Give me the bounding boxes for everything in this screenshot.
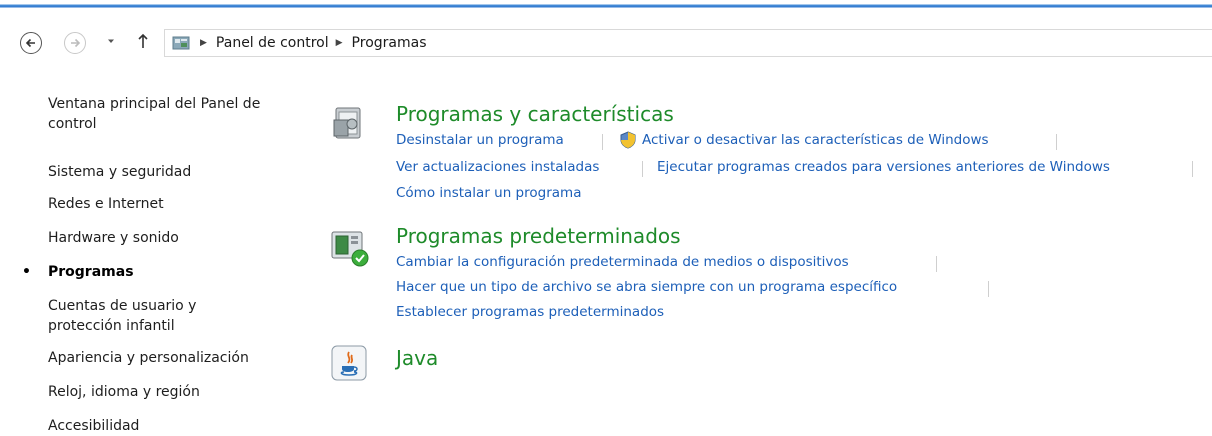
sidebar-item-hardware-sound[interactable]: Hardware y sonido: [48, 228, 179, 248]
chevron-down-icon[interactable]: [106, 35, 116, 49]
link-autoplay-settings[interactable]: Cambiar la configuración predeterminada …: [396, 254, 849, 270]
sidebar-item-clock-language[interactable]: Reloj, idioma y región: [48, 382, 200, 402]
breadcrumb-separator-icon[interactable]: ▶: [336, 38, 343, 48]
link-separator: [936, 256, 937, 272]
default-programs-icon[interactable]: [330, 228, 369, 267]
sidebar-item-user-accounts[interactable]: Cuentas de usuario y protección infantil: [48, 296, 196, 336]
sidebar-item-label: Cuentas de usuario y: [48, 298, 197, 314]
java-icon[interactable]: [330, 344, 368, 382]
forward-arrow-glyph: [71, 38, 81, 48]
shield-icon: [619, 131, 637, 149]
link-set-default-programs[interactable]: Establecer programas predeterminados: [396, 304, 664, 320]
link-separator: [988, 281, 989, 297]
sidebar-item-control-panel-home[interactable]: Ventana principal del Panel de control: [48, 94, 260, 134]
link-uninstall-program[interactable]: Desinstalar un programa: [396, 132, 564, 148]
section-title-programs-features[interactable]: Programas y características: [396, 102, 674, 126]
link-separator: [602, 134, 603, 150]
section-title-java[interactable]: Java: [396, 346, 438, 370]
sidebar-item-programs[interactable]: • Programas: [22, 262, 134, 282]
breadcrumb-separator-icon[interactable]: ▶: [200, 38, 207, 48]
breadcrumb-programs[interactable]: Programas: [352, 35, 427, 51]
breadcrumb-control-panel[interactable]: Panel de control: [216, 35, 329, 51]
sidebar-item-appearance[interactable]: Apariencia y personalización: [48, 348, 249, 368]
window-top-border: [0, 0, 1212, 10]
sidebar-item-label: protección infantil: [48, 318, 175, 334]
link-file-type-association[interactable]: Hacer que un tipo de archivo se abra sie…: [396, 279, 897, 295]
sidebar-item-system-security[interactable]: Sistema y seguridad: [48, 162, 191, 182]
programs-features-icon[interactable]: [330, 104, 368, 142]
section-title-default-programs[interactable]: Programas predeterminados: [396, 224, 681, 248]
link-how-to-install[interactable]: Cómo instalar un programa: [396, 185, 581, 201]
up-arrow-icon[interactable]: [137, 33, 149, 52]
link-separator: [1056, 134, 1057, 150]
sidebar-item-label: control: [48, 116, 97, 132]
navigation-bar: ▶ Panel de control ▶ Programas: [0, 22, 1212, 62]
address-bar[interactable]: ▶ Panel de control ▶ Programas: [164, 29, 1212, 57]
sidebar-item-label: Ventana principal del Panel de: [48, 96, 261, 112]
link-separator: [1192, 161, 1193, 177]
sidebar-item-label: Programas: [48, 264, 134, 280]
back-arrow-glyph: [25, 38, 35, 48]
link-windows-features[interactable]: Activar o desactivar las características…: [642, 132, 989, 148]
link-installed-updates[interactable]: Ver actualizaciones instaladas: [396, 159, 599, 175]
sidebar-item-accessibility[interactable]: Accesibilidad: [48, 416, 139, 436]
active-bullet: •: [22, 264, 31, 280]
sidebar-item-network-internet[interactable]: Redes e Internet: [48, 194, 164, 214]
control-panel-icon: [171, 34, 193, 52]
back-arrow-icon[interactable]: [20, 32, 42, 54]
link-separator: [642, 161, 643, 177]
link-compatibility-troubleshooter[interactable]: Ejecutar programas creados para versione…: [657, 159, 1110, 175]
forward-arrow-icon[interactable]: [64, 32, 86, 54]
